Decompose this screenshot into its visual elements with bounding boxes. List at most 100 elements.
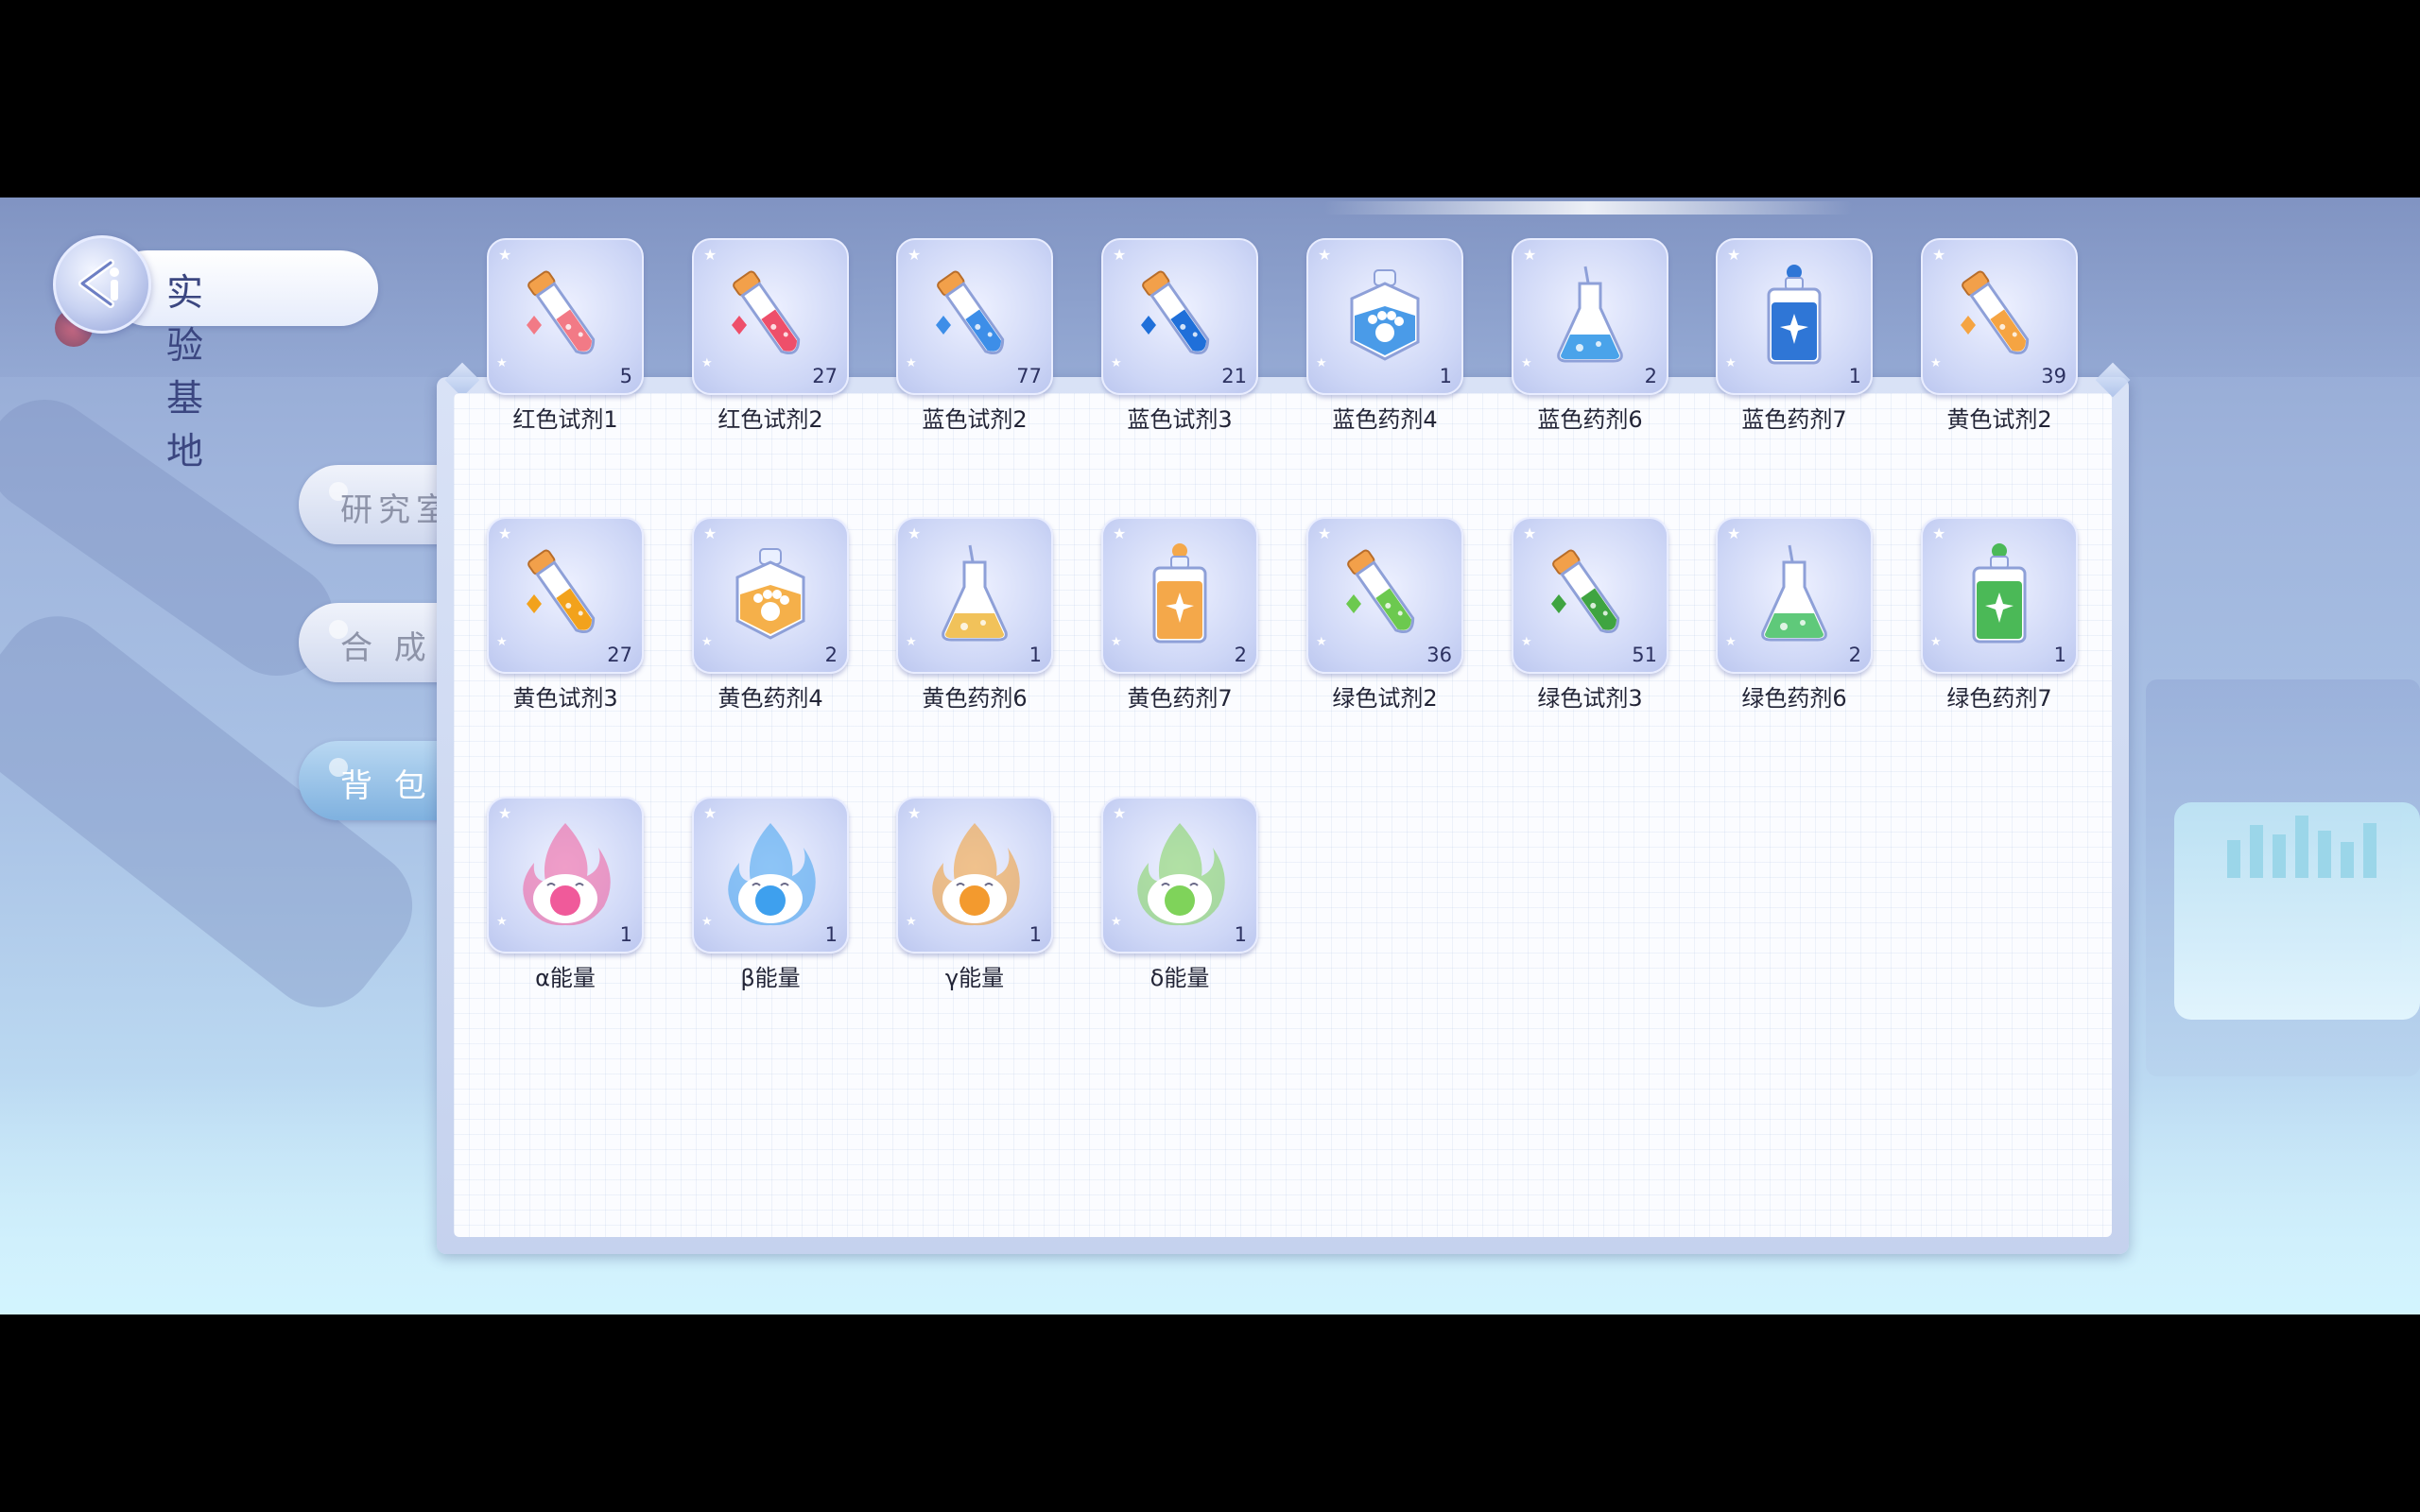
sparkle-icon: ★: [906, 635, 917, 649]
sparkle-icon: ★: [1521, 635, 1532, 649]
sparkle-icon: ★: [498, 524, 512, 542]
inventory-item[interactable]: ★ ★ 1 绿色药剂7: [1921, 517, 2078, 715]
flask-icon: [923, 540, 1027, 657]
inventory-item[interactable]: ★ ★ 77 蓝色试剂2: [896, 238, 1053, 437]
sparkle-icon: ★: [1316, 356, 1327, 370]
item-count: 1: [824, 923, 838, 946]
test-tube-icon: [923, 261, 1027, 378]
test-tube-icon: [513, 540, 617, 657]
item-name: 蓝色药剂6: [1537, 406, 1643, 433]
inventory-item[interactable]: ★ ★ 21 蓝色试剂3: [1101, 238, 1258, 437]
item-count: 1: [1439, 365, 1452, 387]
sparkle-icon: ★: [1318, 246, 1332, 264]
item-slot[interactable]: ★ ★ 5: [487, 238, 644, 395]
ceiling-light: [1323, 201, 1853, 215]
sparkle-icon: ★: [701, 635, 713, 649]
item-name: 绿色试剂2: [1332, 685, 1438, 712]
item-slot[interactable]: ★ ★ 2: [1101, 517, 1258, 674]
item-count: 27: [607, 644, 632, 666]
item-name: β能量: [740, 965, 801, 991]
inventory-item[interactable]: ★ ★ 1 δ能量: [1101, 797, 1258, 995]
sparkle-icon: ★: [1725, 635, 1737, 649]
inventory-item[interactable]: ★ ★ 27 黄色试剂3: [487, 517, 644, 715]
item-count: 2: [1848, 644, 1861, 666]
test-tube-icon: [1128, 261, 1232, 378]
item-slot[interactable]: ★ ★ 77: [896, 238, 1053, 395]
square-bottle-icon: [1128, 540, 1232, 657]
item-count: 21: [1221, 365, 1247, 387]
inventory-item[interactable]: ★ ★ 1 α能量: [487, 797, 644, 995]
inventory-item[interactable]: ★ ★ 5 红色试剂1: [487, 238, 644, 437]
item-count: 51: [1632, 644, 1657, 666]
tab-research-room[interactable]: 研究室: [299, 465, 459, 544]
item-slot[interactable]: ★ ★ 1: [1101, 797, 1258, 954]
paw-bottle-icon: [1333, 261, 1437, 378]
sparkle-icon: ★: [496, 635, 508, 649]
inventory-item[interactable]: ★ ★ 1 蓝色药剂4: [1306, 238, 1463, 437]
item-name: 蓝色药剂4: [1332, 406, 1438, 433]
item-count: 36: [1426, 644, 1452, 666]
item-slot[interactable]: ★ ★ 1: [487, 797, 644, 954]
item-name: 黄色试剂3: [512, 685, 618, 712]
paw-bottle-icon: [718, 540, 822, 657]
sparkle-icon: ★: [498, 804, 512, 822]
item-name: 红色试剂1: [512, 406, 618, 433]
back-arrow-icon: [78, 259, 119, 308]
item-slot[interactable]: ★ ★ 27: [487, 517, 644, 674]
item-name: γ能量: [944, 965, 1005, 991]
sparkle-icon: ★: [701, 356, 713, 370]
energy-flame-icon: [718, 819, 822, 936]
item-slot[interactable]: ★ ★ 2: [1512, 238, 1668, 395]
item-slot[interactable]: ★ ★ 1: [896, 517, 1053, 674]
item-count: 2: [824, 644, 838, 666]
item-slot[interactable]: ★ ★ 1: [1716, 238, 1873, 395]
item-slot[interactable]: ★ ★ 2: [1716, 517, 1873, 674]
inventory-item[interactable]: ★ ★ 27 红色试剂2: [692, 238, 849, 437]
item-count: 1: [1028, 923, 1042, 946]
inventory-item[interactable]: ★ ★ 36 绿色试剂2: [1306, 517, 1463, 715]
inventory-item[interactable]: ★ ★ 1 γ能量: [896, 797, 1053, 995]
inventory-item[interactable]: ★ ★ 1 蓝色药剂7: [1716, 238, 1873, 437]
inventory-item[interactable]: ★ ★ 2 黄色药剂4: [692, 517, 849, 715]
inventory-item[interactable]: ★ ★ 39 黄色试剂2: [1921, 238, 2078, 437]
item-slot[interactable]: ★ ★ 27: [692, 238, 849, 395]
page-title: 实验基地: [166, 272, 206, 473]
item-slot[interactable]: ★ ★ 21: [1101, 238, 1258, 395]
sparkle-icon: ★: [703, 246, 717, 264]
inventory-item[interactable]: ★ ★ 1 β能量: [692, 797, 849, 995]
inventory-item[interactable]: ★ ★ 1 黄色药剂6: [896, 517, 1053, 715]
item-slot[interactable]: ★ ★ 1: [1921, 517, 2078, 674]
item-slot[interactable]: ★ ★ 39: [1921, 238, 2078, 395]
tab-backpack[interactable]: 背 包: [299, 741, 459, 820]
item-count: 39: [2041, 365, 2066, 387]
inventory-item[interactable]: ★ ★ 51 绿色试剂3: [1512, 517, 1668, 715]
sparkle-icon: ★: [1316, 635, 1327, 649]
inventory-item[interactable]: ★ ★ 2 黄色药剂7: [1101, 517, 1258, 715]
sparkle-icon: ★: [1523, 246, 1537, 264]
item-slot[interactable]: ★ ★ 2: [692, 517, 849, 674]
sparkle-icon: ★: [1318, 524, 1332, 542]
back-button[interactable]: [53, 235, 151, 334]
sparkle-icon: ★: [1111, 915, 1122, 929]
item-count: 27: [812, 365, 838, 387]
inventory-item[interactable]: ★ ★ 2 蓝色药剂6: [1512, 238, 1668, 437]
tab-synthesis[interactable]: 合 成: [299, 603, 459, 682]
item-slot[interactable]: ★ ★ 36: [1306, 517, 1463, 674]
item-slot[interactable]: ★ ★ 51: [1512, 517, 1668, 674]
item-name: 黄色药剂7: [1127, 685, 1233, 712]
energy-flame-icon: [923, 819, 1027, 936]
item-slot[interactable]: ★ ★ 1: [1306, 238, 1463, 395]
item-slot[interactable]: ★ ★ 1: [692, 797, 849, 954]
test-tube-icon: [1947, 261, 2051, 378]
item-name: α能量: [535, 965, 596, 991]
item-name: 蓝色药剂7: [1741, 406, 1847, 433]
sparkle-icon: ★: [908, 246, 922, 264]
lab-monitor: [2174, 802, 2420, 1020]
test-tube-icon: [1538, 540, 1642, 657]
sparkle-icon: ★: [1113, 804, 1127, 822]
item-count: 2: [1234, 644, 1247, 666]
inventory-item[interactable]: ★ ★ 2 绿色药剂6: [1716, 517, 1873, 715]
item-slot[interactable]: ★ ★ 1: [896, 797, 1053, 954]
test-tube-icon: [718, 261, 822, 378]
sparkle-icon: ★: [908, 524, 922, 542]
